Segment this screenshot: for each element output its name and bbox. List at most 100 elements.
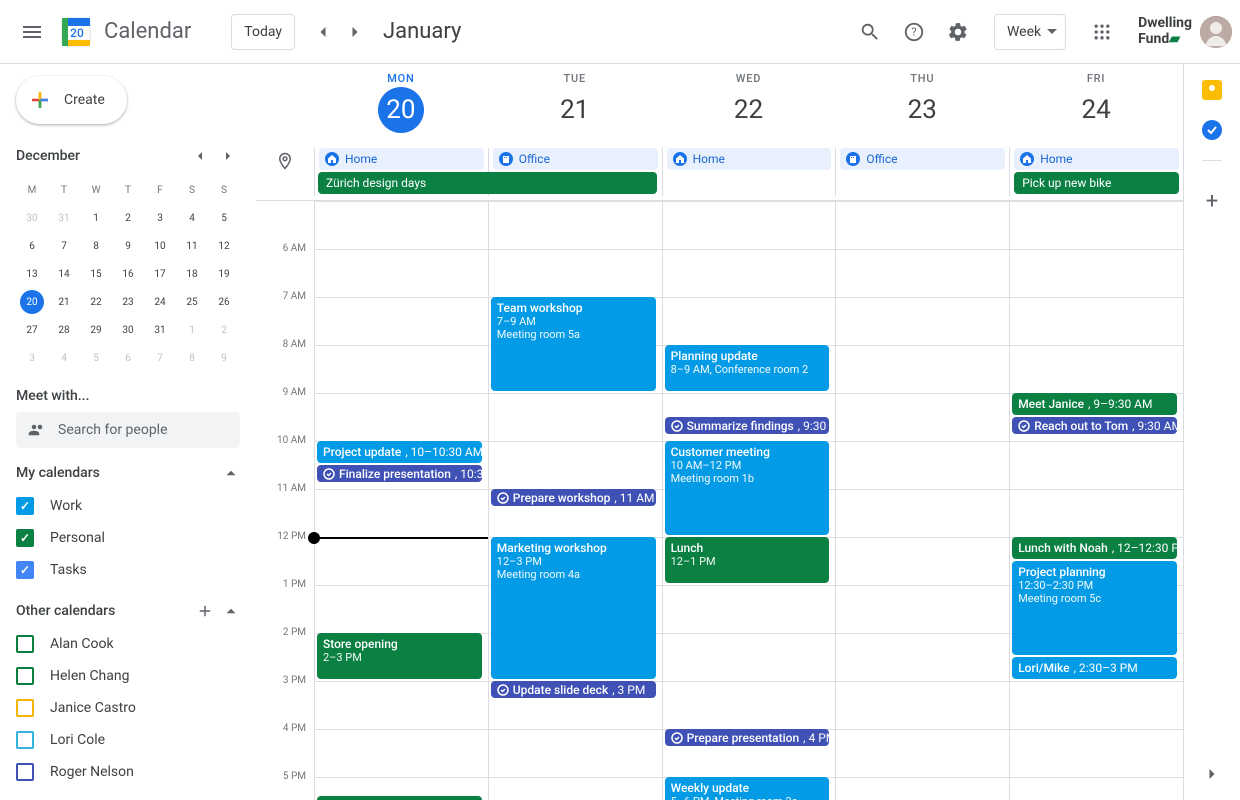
minical-day[interactable]: 9	[112, 232, 144, 260]
calendar-event[interactable]: Customer meeting10 AM–12 PMMeeting room …	[665, 441, 830, 535]
calendar-event[interactable]: Project planning12:30–2:30 PMMeeting roo…	[1012, 561, 1177, 655]
minical-day[interactable]: 19	[208, 260, 240, 288]
minical-day[interactable]: 4	[48, 344, 80, 372]
task-event[interactable]: Prepare presentation, 4 PM	[665, 729, 830, 746]
calendar-event[interactable]: Store opening2–3 PM	[317, 633, 482, 679]
calendar-checkbox[interactable]	[16, 529, 34, 547]
minicalendar-prev[interactable]	[188, 144, 212, 168]
minical-day[interactable]: 31	[48, 204, 80, 232]
minical-day[interactable]: 2	[112, 204, 144, 232]
my-calendars-title[interactable]: My calendars	[16, 464, 240, 482]
calendar-item[interactable]: Lori Cole	[16, 724, 240, 756]
minical-day[interactable]: 5	[80, 344, 112, 372]
task-event[interactable]: Finalize presentation, 10:30 AM	[317, 465, 482, 482]
calendar-checkbox[interactable]	[16, 635, 34, 653]
time-grid[interactable]: 6 AM7 AM8 AM9 AM10 AM11 AM12 PM1 PM2 PM3…	[256, 201, 1183, 800]
add-calendar-icon[interactable]	[196, 602, 214, 620]
add-addon-button[interactable]: +	[1206, 189, 1218, 214]
day-header[interactable]: MON20	[314, 64, 488, 148]
calendar-item[interactable]: Helen Chang	[16, 660, 240, 692]
calendar-checkbox[interactable]	[16, 731, 34, 749]
minical-day[interactable]: 16	[112, 260, 144, 288]
minical-day[interactable]: 6	[16, 232, 48, 260]
minical-day[interactable]: 30	[16, 204, 48, 232]
minical-day[interactable]: 1	[176, 316, 208, 344]
minical-day[interactable]: 4	[176, 204, 208, 232]
minical-day[interactable]: 8	[80, 232, 112, 260]
search-people-input[interactable]: Search for people	[16, 412, 240, 448]
prev-period-button[interactable]	[307, 16, 339, 48]
minical-day[interactable]: 25	[176, 288, 208, 316]
minical-day[interactable]: 26	[208, 288, 240, 316]
minical-day[interactable]: 11	[176, 232, 208, 260]
keep-addon[interactable]	[1202, 80, 1222, 100]
location-chip[interactable]: Home	[1014, 148, 1179, 170]
allday-event-span[interactable]: Zürich design days	[318, 172, 657, 194]
task-event[interactable]: Prepare workshop, 11 AM	[491, 489, 656, 506]
minical-day[interactable]: 6	[112, 344, 144, 372]
today-button[interactable]: Today	[231, 14, 295, 50]
allday-cell[interactable]: Office	[835, 148, 1009, 196]
location-chip[interactable]: Office	[840, 148, 1005, 170]
location-chip[interactable]: Home	[319, 148, 484, 170]
task-event[interactable]: Reach out to Tom, 9:30 AM	[1012, 417, 1177, 434]
minical-day[interactable]: 21	[48, 288, 80, 316]
minical-day[interactable]: 8	[176, 344, 208, 372]
day-column[interactable]: Meet Janice, 9–9:30 AM Reach out to Tom, …	[1009, 201, 1183, 800]
next-period-button[interactable]	[339, 16, 371, 48]
main-menu-button[interactable]	[12, 12, 52, 52]
account-avatar[interactable]	[1200, 16, 1232, 48]
minical-day[interactable]: 23	[112, 288, 144, 316]
minical-day[interactable]: 30	[112, 316, 144, 344]
minical-day[interactable]: 15	[80, 260, 112, 288]
minical-day[interactable]: 22	[80, 288, 112, 316]
settings-button[interactable]	[938, 12, 978, 52]
calendar-item[interactable]: Work	[16, 490, 240, 522]
calendar-event[interactable]: Weekly update5–6 PM, Meeting room 2c	[665, 777, 830, 800]
calendar-checkbox[interactable]	[16, 497, 34, 515]
minical-day[interactable]: 20	[20, 290, 44, 314]
calendar-item[interactable]: Tasks	[16, 554, 240, 586]
minical-day[interactable]: 12	[208, 232, 240, 260]
day-header[interactable]: WED22	[662, 64, 836, 148]
calendar-checkbox[interactable]	[16, 561, 34, 579]
minical-day[interactable]: 29	[80, 316, 112, 344]
task-event[interactable]: Summarize findings, 9:30 AM	[665, 417, 830, 434]
calendar-item[interactable]: Janice Castro	[16, 692, 240, 724]
tasks-addon[interactable]	[1202, 120, 1222, 140]
day-column[interactable]: Planning update8–9 AM, Conference room 2…	[662, 201, 836, 800]
view-selector[interactable]: Week	[994, 14, 1066, 50]
calendar-event[interactable]: Dinner with Gloria	[317, 796, 482, 800]
minical-day[interactable]: 3	[16, 344, 48, 372]
apps-button[interactable]	[1082, 12, 1122, 52]
calendar-event[interactable]: Lunch12–1 PM	[665, 537, 830, 583]
calendar-checkbox[interactable]	[16, 699, 34, 717]
minical-day[interactable]: 10	[144, 232, 176, 260]
location-chip[interactable]: Home	[667, 148, 832, 170]
calendar-event[interactable]: Lori/Mike, 2:30–3 PM	[1012, 657, 1177, 679]
help-button[interactable]: ?	[894, 12, 934, 52]
calendar-event[interactable]: Planning update8–9 AM, Conference room 2	[665, 345, 830, 391]
day-column[interactable]: Team workshop7–9 AMMeeting room 5a Prepar…	[488, 201, 662, 800]
minical-day[interactable]: 24	[144, 288, 176, 316]
minical-day[interactable]: 17	[144, 260, 176, 288]
minical-day[interactable]: 3	[144, 204, 176, 232]
create-button[interactable]: Create	[16, 76, 127, 124]
search-button[interactable]	[850, 12, 890, 52]
minical-day[interactable]: 7	[144, 344, 176, 372]
location-chip[interactable]: Office	[493, 148, 658, 170]
minicalendar-next[interactable]	[216, 144, 240, 168]
allday-cell[interactable]: Home	[662, 148, 836, 196]
minical-day[interactable]: 14	[48, 260, 80, 288]
calendar-event[interactable]: Marketing workshop12–3 PMMeeting room 4a	[491, 537, 656, 679]
day-header[interactable]: TUE21	[488, 64, 662, 148]
calendar-item[interactable]: Personal	[16, 522, 240, 554]
minical-day[interactable]: 31	[144, 316, 176, 344]
calendar-event[interactable]: Team workshop7–9 AMMeeting room 5a	[491, 297, 656, 391]
calendar-item[interactable]: Alan Cook	[16, 628, 240, 660]
calendar-item[interactable]: Roger Nelson	[16, 756, 240, 788]
minical-day[interactable]: 9	[208, 344, 240, 372]
other-calendars-title[interactable]: Other calendars	[16, 602, 240, 620]
calendar-event[interactable]: Lunch with Noah, 12–12:30 PM	[1012, 537, 1177, 559]
calendar-event[interactable]: Meet Janice, 9–9:30 AM	[1012, 393, 1177, 415]
